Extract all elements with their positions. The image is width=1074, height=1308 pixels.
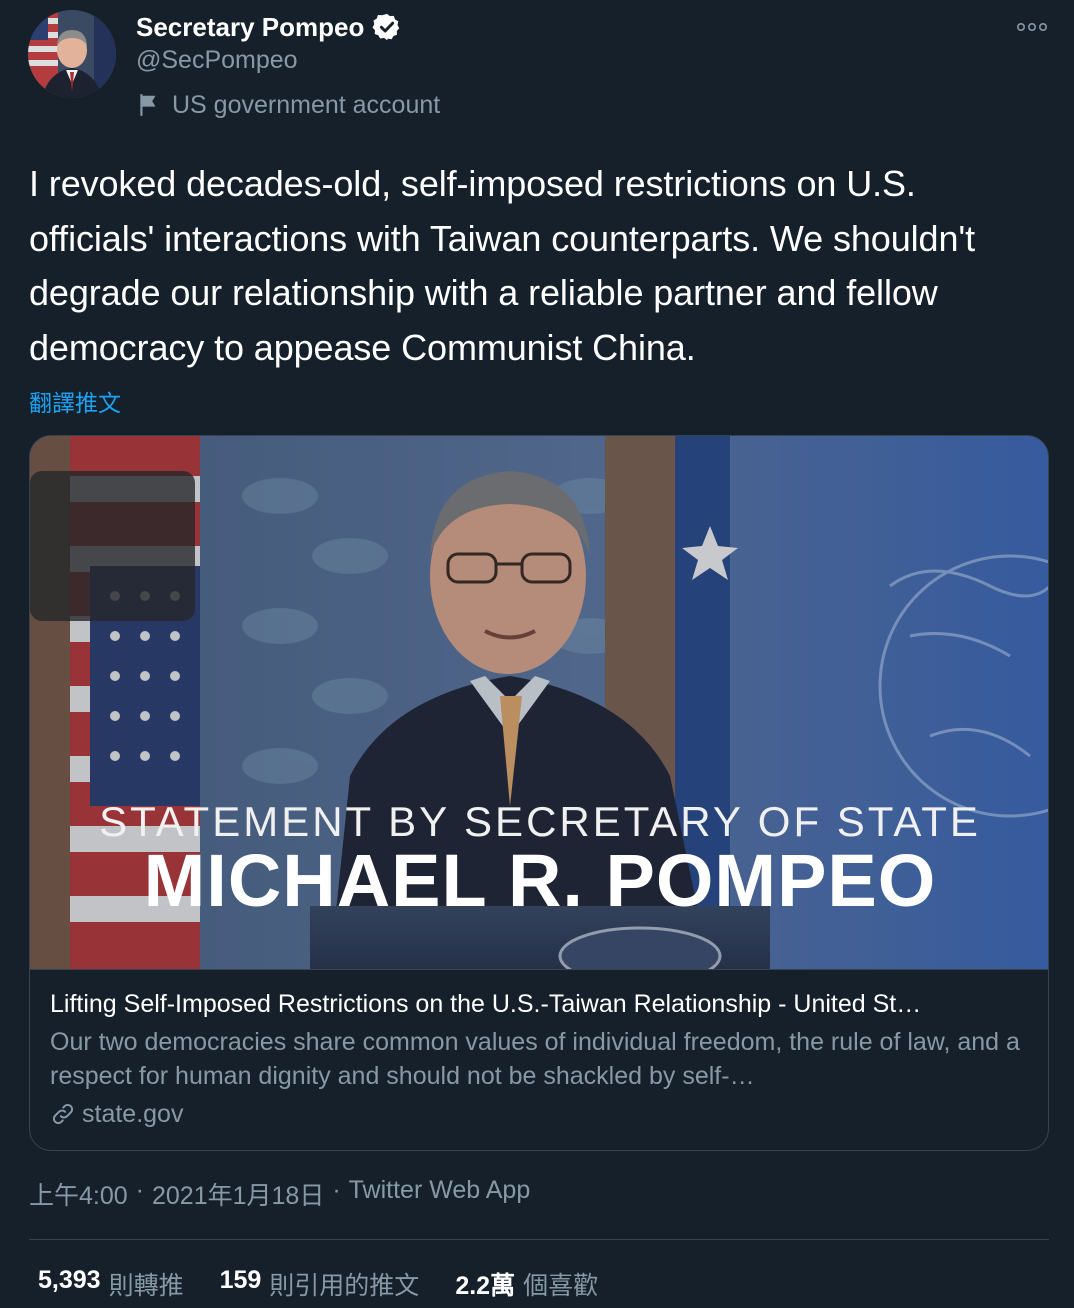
author-display-name[interactable]: Secretary Pompeo <box>136 12 364 43</box>
tweet-metadata: 上午4:00 · 2021年1月18日 · Twitter Web App <box>29 1176 530 1212</box>
retweets-count: 5,393 <box>38 1266 101 1294</box>
author-name-row[interactable]: Secretary Pompeo <box>136 10 402 44</box>
likes-count: 2.2萬 <box>455 1272 516 1300</box>
tweet-source[interactable]: Twitter Web App <box>349 1176 531 1212</box>
card-domain-text: state.gov <box>82 1100 184 1128</box>
verified-badge-icon <box>372 12 402 42</box>
retweets-stat[interactable]: 5,393 則轉推 <box>38 1266 184 1302</box>
tweet-date[interactable]: 2021年1月18日 <box>152 1176 324 1212</box>
tweet-time[interactable]: 上午4:00 <box>29 1176 128 1212</box>
government-account-label: US government account <box>136 88 440 122</box>
card-description: Our two democracies share common values … <box>50 1028 1020 1090</box>
card-body[interactable]: Lifting Self-Imposed Restrictions on the… <box>30 970 1048 1150</box>
translate-tweet-link[interactable]: 翻譯推文 <box>29 384 121 418</box>
avatar[interactable] <box>28 10 116 98</box>
government-account-text: US government account <box>172 90 441 119</box>
likes-label: 個喜歡 <box>523 1272 599 1300</box>
card-domain: state.gov <box>50 1097 1030 1131</box>
quotes-count: 159 <box>219 1266 262 1294</box>
divider <box>29 1239 1049 1240</box>
card-image[interactable]: STATEMENT BY SECRETARY OF STATE MICHAEL … <box>30 436 1048 970</box>
link-preview-card[interactable]: STATEMENT BY SECRETARY OF STATE MICHAEL … <box>29 435 1049 1151</box>
meta-separator: · <box>135 1176 144 1204</box>
link-icon <box>50 1101 76 1127</box>
quotes-label: 則引用的推文 <box>269 1272 420 1300</box>
card-image-title: MICHAEL R. POMPEO <box>143 839 937 922</box>
tweet-text: I revoked decades-old, self-imposed rest… <box>29 163 976 368</box>
retweets-label: 則轉推 <box>108 1272 184 1300</box>
flag-icon <box>136 92 162 118</box>
author-handle[interactable]: @SecPompeo <box>136 46 298 75</box>
card-title[interactable]: Lifting Self-Imposed Restrictions on the… <box>50 987 1030 1021</box>
meta-separator: · <box>332 1176 341 1204</box>
likes-stat[interactable]: 2.2萬 個喜歡 <box>455 1266 598 1302</box>
tweet-stats: 5,393 則轉推 159 則引用的推文 2.2萬 個喜歡 <box>38 1266 598 1302</box>
tweet-detail: Secretary Pompeo @SecPompeo US governmen… <box>0 0 1074 1308</box>
quotes-stat[interactable]: 159 則引用的推文 <box>220 1266 420 1302</box>
more-options-icon[interactable] <box>1014 14 1050 40</box>
